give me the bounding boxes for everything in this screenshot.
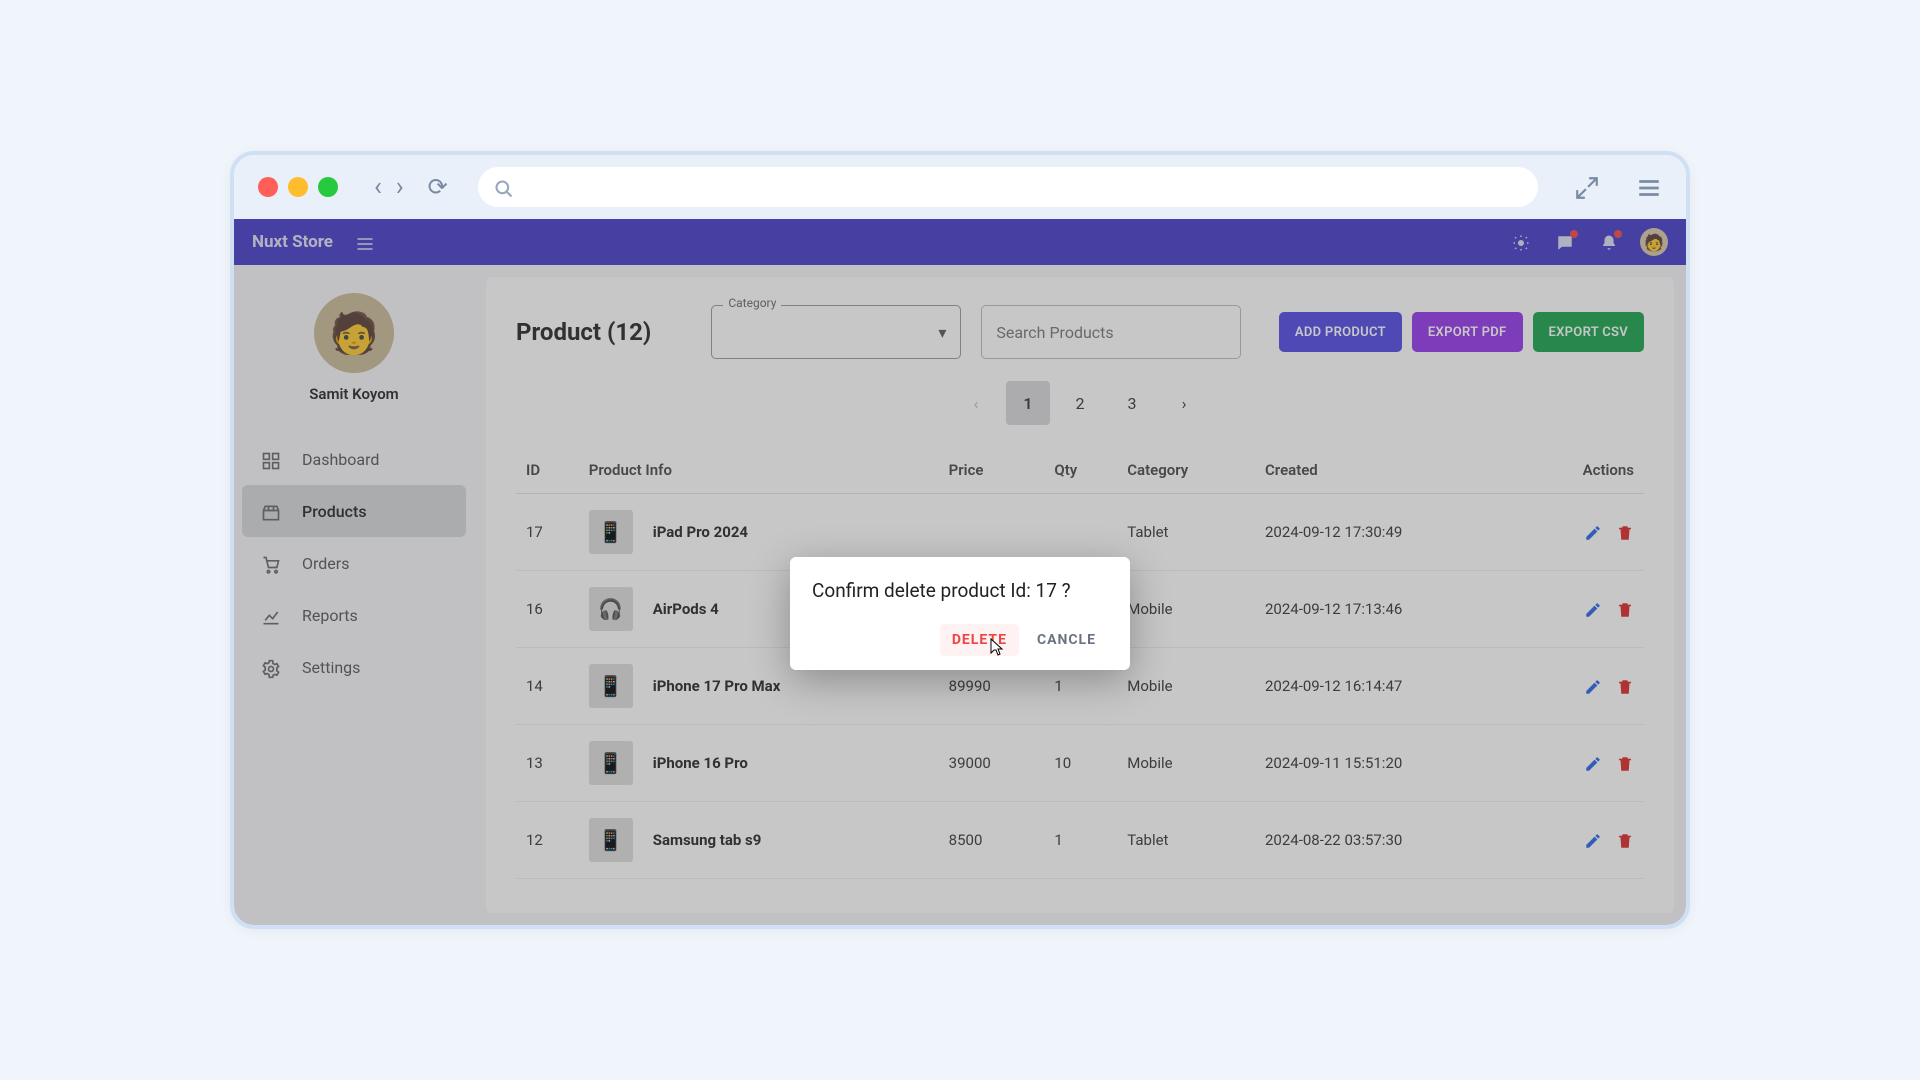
window-maximize-button[interactable]: [318, 177, 338, 197]
dialog-actions: DELETE CANCLE: [812, 624, 1108, 656]
browser-menu-icon[interactable]: [1636, 172, 1662, 202]
browser-forward-button[interactable]: ›: [396, 172, 404, 202]
confirm-delete-dialog: Confirm delete product Id: 17 ? DELETE C…: [790, 557, 1130, 670]
window-controls: [258, 177, 338, 197]
dialog-delete-button[interactable]: DELETE: [940, 624, 1019, 656]
browser-reload-button[interactable]: ⟳: [428, 173, 448, 201]
search-icon: [494, 175, 514, 199]
dialog-cancel-button[interactable]: CANCLE: [1025, 624, 1108, 656]
dialog-title: Confirm delete product Id: 17 ?: [812, 579, 1108, 602]
app-wrapper: Nuxt Store 🧑 🧑 Samit Koyom: [234, 219, 1686, 925]
browser-back-button[interactable]: ‹: [374, 172, 382, 202]
browser-address-bar[interactable]: [478, 167, 1538, 207]
browser-frame: ‹ › ⟳ Nuxt Store: [230, 151, 1690, 929]
expand-icon[interactable]: [1574, 172, 1600, 202]
browser-chrome-bar: ‹ › ⟳: [234, 155, 1686, 219]
window-minimize-button[interactable]: [288, 177, 308, 197]
browser-nav-arrows: ‹ ›: [374, 172, 404, 202]
window-close-button[interactable]: [258, 177, 278, 197]
